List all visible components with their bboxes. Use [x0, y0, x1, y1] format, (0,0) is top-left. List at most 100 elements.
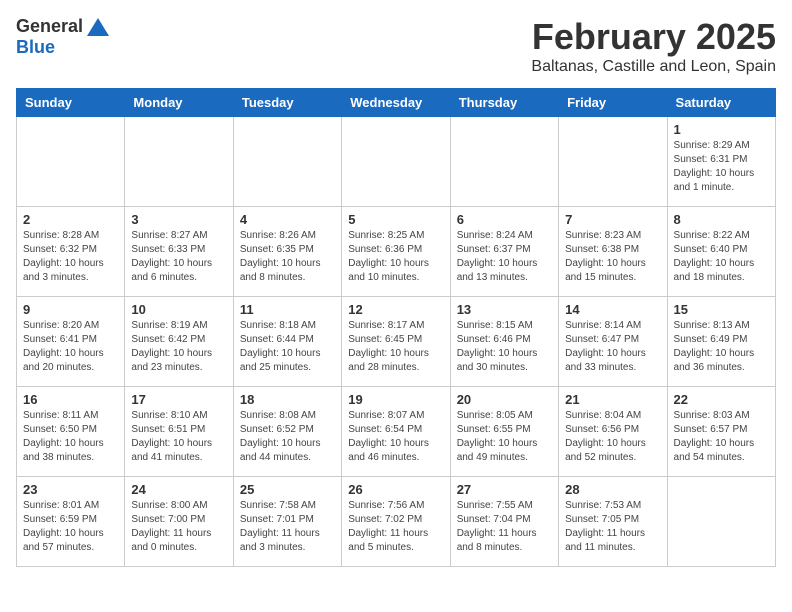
cell-w3-d5: 21 Sunrise: 8:04 AM Sunset: 6:56 PM Dayli…: [559, 387, 667, 477]
day-info-8: Sunrise: 8:22 AM Sunset: 6:40 PM Dayligh…: [674, 229, 769, 285]
day-num-8: 8: [674, 212, 769, 227]
cell-w2-d1: 10 Sunrise: 8:19 AM Sunset: 6:42 PM Dayli…: [125, 297, 233, 387]
day-num-16: 16: [23, 392, 118, 407]
day-num-6: 6: [457, 212, 552, 227]
day-num-21: 21: [565, 392, 660, 407]
day-num-12: 12: [348, 302, 443, 317]
day-num-17: 17: [131, 392, 226, 407]
title-block: February 2025 Baltanas, Castille and Leo…: [531, 16, 776, 76]
cell-w1-d0: 2 Sunrise: 8:28 AM Sunset: 6:32 PM Daylig…: [17, 207, 125, 297]
day-info-1: Sunrise: 8:29 AM Sunset: 6:31 PM Dayligh…: [674, 139, 769, 195]
col-tuesday: Tuesday: [233, 89, 341, 117]
day-info-15: Sunrise: 8:13 AM Sunset: 6:49 PM Dayligh…: [674, 319, 769, 375]
day-num-9: 9: [23, 302, 118, 317]
cell-w1-d6: 8 Sunrise: 8:22 AM Sunset: 6:40 PM Daylig…: [667, 207, 775, 297]
cell-w1-d3: 5Sunrise: 8:25 AM Sunset: 6:36 PM Daylig…: [342, 207, 450, 297]
cell-w3-d4: 20 Sunrise: 8:05 AM Sunset: 6:55 PM Dayli…: [450, 387, 558, 477]
cell-w3-d0: 16 Sunrise: 8:11 AM Sunset: 6:50 PM Dayli…: [17, 387, 125, 477]
cell-w4-d1: 24 Sunrise: 8:00 AM Sunset: 7:00 PM Dayli…: [125, 477, 233, 567]
cell-w3-d3: 19 Sunrise: 8:07 AM Sunset: 6:54 PM Dayli…: [342, 387, 450, 477]
day-info-7: Sunrise: 8:23 AM Sunset: 6:38 PM Dayligh…: [565, 229, 660, 285]
day-num-10: 10: [131, 302, 226, 317]
day-num-24: 24: [131, 482, 226, 497]
day-info-24: Sunrise: 8:00 AM Sunset: 7:00 PM Dayligh…: [131, 499, 226, 555]
day-info-25: Sunrise: 7:58 AM Sunset: 7:01 PM Dayligh…: [240, 499, 335, 555]
logo-general: General: [16, 16, 83, 37]
day-info-12: Sunrise: 8:17 AM Sunset: 6:45 PM Dayligh…: [348, 319, 443, 375]
day-num-13: 13: [457, 302, 552, 317]
cell-w4-d3: 26 Sunrise: 7:56 AM Sunset: 7:02 PM Dayli…: [342, 477, 450, 567]
day-num-28: 28: [565, 482, 660, 497]
week-row-2: 9Sunrise: 8:20 AM Sunset: 6:41 PM Daylig…: [17, 297, 776, 387]
cell-w2-d2: 11 Sunrise: 8:18 AM Sunset: 6:44 PM Dayli…: [233, 297, 341, 387]
cell-w0-d2: [233, 117, 341, 207]
cell-w4-d0: 23Sunrise: 8:01 AM Sunset: 6:59 PM Dayli…: [17, 477, 125, 567]
month-title: February 2025: [531, 16, 776, 58]
day-num-26: 26: [348, 482, 443, 497]
logo-icon: [87, 18, 109, 36]
cell-w3-d2: 18Sunrise: 8:08 AM Sunset: 6:52 PM Dayli…: [233, 387, 341, 477]
cell-w0-d0: [17, 117, 125, 207]
day-num-22: 22: [674, 392, 769, 407]
cell-w4-d2: 25 Sunrise: 7:58 AM Sunset: 7:01 PM Dayli…: [233, 477, 341, 567]
calendar-body: 1 Sunrise: 8:29 AM Sunset: 6:31 PM Daylig…: [17, 117, 776, 567]
cell-w3-d6: 22 Sunrise: 8:03 AM Sunset: 6:57 PM Dayli…: [667, 387, 775, 477]
cell-w4-d4: 27 Sunrise: 7:55 AM Sunset: 7:04 PM Dayli…: [450, 477, 558, 567]
day-info-22: Sunrise: 8:03 AM Sunset: 6:57 PM Dayligh…: [674, 409, 769, 465]
day-info-5: Sunrise: 8:25 AM Sunset: 6:36 PM Dayligh…: [348, 229, 443, 285]
cell-w2-d4: 13 Sunrise: 8:15 AM Sunset: 6:46 PM Dayli…: [450, 297, 558, 387]
week-row-0: 1 Sunrise: 8:29 AM Sunset: 6:31 PM Daylig…: [17, 117, 776, 207]
day-info-13: Sunrise: 8:15 AM Sunset: 6:46 PM Dayligh…: [457, 319, 552, 375]
day-num-19: 19: [348, 392, 443, 407]
cell-w1-d5: 7Sunrise: 8:23 AM Sunset: 6:38 PM Daylig…: [559, 207, 667, 297]
cell-w4-d5: 28 Sunrise: 7:53 AM Sunset: 7:05 PM Dayli…: [559, 477, 667, 567]
day-num-4: 4: [240, 212, 335, 227]
day-num-2: 2: [23, 212, 118, 227]
day-info-14: Sunrise: 8:14 AM Sunset: 6:47 PM Dayligh…: [565, 319, 660, 375]
day-num-20: 20: [457, 392, 552, 407]
week-row-1: 2 Sunrise: 8:28 AM Sunset: 6:32 PM Daylig…: [17, 207, 776, 297]
day-info-11: Sunrise: 8:18 AM Sunset: 6:44 PM Dayligh…: [240, 319, 335, 375]
day-info-27: Sunrise: 7:55 AM Sunset: 7:04 PM Dayligh…: [457, 499, 552, 555]
calendar-table: Sunday Monday Tuesday Wednesday Thursday…: [16, 88, 776, 567]
week-row-3: 16 Sunrise: 8:11 AM Sunset: 6:50 PM Dayli…: [17, 387, 776, 477]
cell-w2-d0: 9Sunrise: 8:20 AM Sunset: 6:41 PM Daylig…: [17, 297, 125, 387]
col-wednesday: Wednesday: [342, 89, 450, 117]
day-info-16: Sunrise: 8:11 AM Sunset: 6:50 PM Dayligh…: [23, 409, 118, 465]
day-info-4: Sunrise: 8:26 AM Sunset: 6:35 PM Dayligh…: [240, 229, 335, 285]
cell-w1-d4: 6 Sunrise: 8:24 AM Sunset: 6:37 PM Daylig…: [450, 207, 558, 297]
calendar-header-row: Sunday Monday Tuesday Wednesday Thursday…: [17, 89, 776, 117]
day-info-28: Sunrise: 7:53 AM Sunset: 7:05 PM Dayligh…: [565, 499, 660, 555]
col-friday: Friday: [559, 89, 667, 117]
cell-w3-d1: 17 Sunrise: 8:10 AM Sunset: 6:51 PM Dayli…: [125, 387, 233, 477]
day-num-27: 27: [457, 482, 552, 497]
cell-w0-d1: [125, 117, 233, 207]
location: Baltanas, Castille and Leon, Spain: [531, 58, 776, 76]
day-info-10: Sunrise: 8:19 AM Sunset: 6:42 PM Dayligh…: [131, 319, 226, 375]
day-info-21: Sunrise: 8:04 AM Sunset: 6:56 PM Dayligh…: [565, 409, 660, 465]
day-num-11: 11: [240, 302, 335, 317]
cell-w1-d2: 4 Sunrise: 8:26 AM Sunset: 6:35 PM Daylig…: [233, 207, 341, 297]
day-num-1: 1: [674, 122, 769, 137]
logo: General Blue: [16, 16, 109, 58]
col-monday: Monday: [125, 89, 233, 117]
day-info-2: Sunrise: 8:28 AM Sunset: 6:32 PM Dayligh…: [23, 229, 118, 285]
day-info-20: Sunrise: 8:05 AM Sunset: 6:55 PM Dayligh…: [457, 409, 552, 465]
day-num-23: 23: [23, 482, 118, 497]
day-num-18: 18: [240, 392, 335, 407]
day-num-14: 14: [565, 302, 660, 317]
day-info-19: Sunrise: 8:07 AM Sunset: 6:54 PM Dayligh…: [348, 409, 443, 465]
day-num-3: 3: [131, 212, 226, 227]
day-num-25: 25: [240, 482, 335, 497]
header: General Blue February 2025 Baltanas, Cas…: [16, 16, 776, 76]
logo-blue: Blue: [16, 37, 55, 57]
day-info-17: Sunrise: 8:10 AM Sunset: 6:51 PM Dayligh…: [131, 409, 226, 465]
col-sunday: Sunday: [17, 89, 125, 117]
cell-w2-d3: 12 Sunrise: 8:17 AM Sunset: 6:45 PM Dayli…: [342, 297, 450, 387]
day-info-26: Sunrise: 7:56 AM Sunset: 7:02 PM Dayligh…: [348, 499, 443, 555]
cell-w0-d4: [450, 117, 558, 207]
week-row-4: 23Sunrise: 8:01 AM Sunset: 6:59 PM Dayli…: [17, 477, 776, 567]
page: General Blue February 2025 Baltanas, Cas…: [0, 0, 792, 583]
day-info-6: Sunrise: 8:24 AM Sunset: 6:37 PM Dayligh…: [457, 229, 552, 285]
day-num-15: 15: [674, 302, 769, 317]
